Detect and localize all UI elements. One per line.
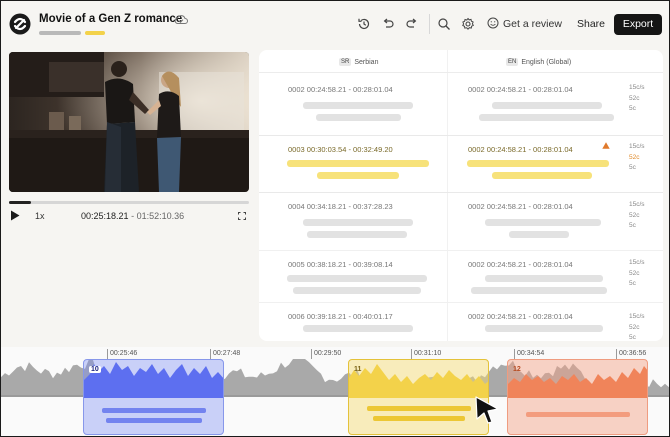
target-timestamp: 0002 00:24:58.21 - 00:28:01.04 — [468, 202, 573, 211]
redo-icon[interactable] — [405, 17, 419, 31]
source-timestamp: 0006 00:39:18.21 - 00:40:01.17 — [288, 312, 393, 321]
target-text-line[interactable] — [485, 325, 603, 332]
progress-segment-grey — [39, 31, 81, 35]
target-text-line[interactable] — [492, 172, 592, 179]
source-timestamp: 0005 00:38:18.21 - 00:39:08.14 — [288, 260, 393, 269]
source-language-header[interactable]: SR Serbian — [339, 58, 378, 66]
undo-icon[interactable] — [381, 17, 395, 31]
language-header-divider — [259, 72, 663, 73]
search-icon[interactable] — [437, 17, 451, 31]
get-review-button[interactable]: Get a review — [503, 18, 562, 30]
clip-number: 11 — [354, 366, 362, 373]
clip-waveform — [508, 366, 647, 398]
subtitle-row-selected[interactable]: 0003 00:30:03.54 - 00:32:49.20 0002 00:2… — [259, 135, 663, 193]
source-text-line[interactable] — [317, 172, 399, 179]
clip-waveform — [349, 364, 488, 398]
clip-number: 10 — [89, 366, 101, 373]
source-lang-name: Serbian — [354, 58, 379, 66]
subtitle-row[interactable]: 0006 00:39:18.21 - 00:40:01.17 0002 00:2… — [259, 303, 663, 341]
target-text-line[interactable] — [485, 219, 601, 226]
row-stats: 15c/s 52c 5c — [629, 201, 645, 229]
source-text-line[interactable] — [303, 219, 413, 226]
export-button[interactable]: Export — [614, 14, 662, 35]
target-language-header[interactable]: EN English (Global) — [506, 58, 571, 66]
cloud-sync-icon — [174, 15, 188, 24]
source-timestamp: 0004 00:34:18.21 - 00:37:28.23 — [288, 202, 393, 211]
target-timestamp: 0002 00:24:58.21 - 00:28:01.04 — [468, 312, 573, 321]
header: Movie of a Gen Z romance Get a review Sh… — [1, 1, 669, 47]
source-text-line[interactable] — [303, 102, 413, 109]
play-icon[interactable] — [10, 210, 20, 221]
target-text-line[interactable] — [471, 287, 607, 294]
source-text-line[interactable] — [307, 231, 407, 238]
source-timestamp: 0002 00:24:58.21 - 00:28:01.04 — [288, 85, 393, 94]
toolbar-divider — [429, 14, 430, 34]
clip-waveform — [84, 362, 223, 398]
source-lang-code: SR — [339, 58, 352, 66]
target-timestamp: 0002 00:24:58.21 - 00:28:01.04 — [468, 260, 573, 269]
row-stats: 15c/s 52c 5c — [629, 143, 645, 171]
subtitle-row[interactable]: 0005 00:38:18.21 - 00:39:08.14 0002 00:2… — [259, 251, 663, 309]
video-preview[interactable] — [9, 52, 249, 192]
playback-speed[interactable]: 1x — [35, 211, 45, 221]
timeline-clip-12[interactable]: 12 — [507, 359, 648, 435]
clip-number: 12 — [513, 366, 521, 373]
smiley-icon[interactable] — [487, 17, 499, 29]
clip-text-line — [373, 416, 465, 421]
target-lang-code: EN — [506, 58, 519, 66]
clip-text-line — [106, 418, 202, 423]
target-timestamp: 0002 00:24:58.21 - 00:28:01.04 — [468, 85, 573, 94]
current-time: 00:25:18.21 — [81, 211, 129, 221]
total-time: 01:52:10.36 — [136, 211, 185, 221]
target-lang-name: English (Global) — [521, 58, 572, 66]
target-text-line[interactable] — [509, 231, 569, 238]
timeline-clip-11[interactable]: 11 — [348, 359, 489, 435]
playback-timecode: 00:25:18.21 - 01:52:10.36 — [81, 211, 185, 221]
target-timestamp: 0002 00:24:58.21 - 00:28:01.04 — [468, 145, 573, 154]
clip-text-line — [367, 406, 471, 411]
row-stats: 15c/s 52c 5c — [629, 313, 645, 341]
playback-progress — [9, 201, 31, 204]
warning-icon[interactable] — [602, 142, 610, 149]
app-window: Movie of a Gen Z romance Get a review Sh… — [0, 0, 670, 437]
subtitle-row[interactable]: 0004 00:34:18.21 - 00:37:28.23 0002 00:2… — [259, 193, 663, 251]
clip-text-line — [526, 412, 630, 417]
source-text-line[interactable] — [316, 114, 401, 121]
target-text-line[interactable] — [492, 102, 602, 109]
mouse-pointer-icon — [475, 396, 499, 424]
target-text-line[interactable] — [467, 160, 609, 167]
target-text-line[interactable] — [485, 275, 603, 282]
progress-segment-yellow — [85, 31, 105, 35]
source-text-line[interactable] — [287, 275, 427, 282]
video-frame-image — [9, 52, 249, 192]
source-timestamp: 0003 00:30:03.54 - 00:32:49.20 — [288, 145, 393, 154]
project-title[interactable]: Movie of a Gen Z romance — [39, 13, 182, 25]
row-stats: 15c/s 52c 5c — [629, 259, 645, 287]
clip-text-line — [102, 408, 206, 413]
gear-icon[interactable] — [461, 17, 475, 31]
target-text-line[interactable] — [479, 114, 614, 121]
playback-scrubber[interactable] — [9, 201, 249, 204]
source-text-line[interactable] — [287, 160, 429, 167]
timeline-clip-10[interactable]: 10 — [83, 359, 224, 435]
source-text-line[interactable] — [303, 325, 413, 332]
app-logo-icon[interactable] — [9, 13, 31, 35]
row-stats: 15c/s 52c 5c — [629, 84, 645, 112]
source-text-line[interactable] — [293, 287, 421, 294]
fullscreen-icon[interactable] — [238, 212, 246, 220]
share-button[interactable]: Share — [577, 18, 605, 30]
subtitle-editor-panel: SR Serbian EN English (Global) 0002 00:2… — [259, 50, 663, 341]
subtitle-row[interactable]: 0002 00:24:58.21 - 00:28:01.04 0002 00:2… — [259, 76, 663, 134]
history-icon[interactable] — [357, 17, 371, 31]
